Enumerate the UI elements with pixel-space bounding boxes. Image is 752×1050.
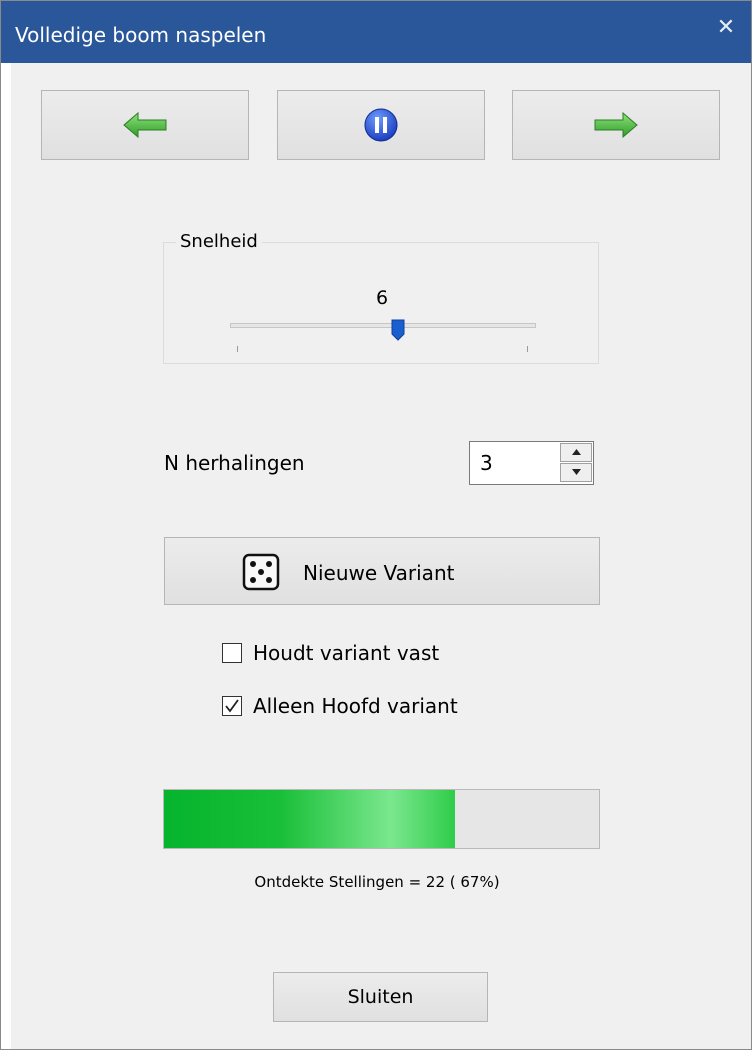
repetitions-value[interactable]: 3	[480, 451, 493, 475]
window-title: Volledige boom naspelen	[15, 23, 267, 47]
new-variant-button[interactable]: Nieuwe Variant	[164, 537, 600, 605]
hold-variant-label[interactable]: Houdt variant vast	[253, 641, 439, 665]
back-button[interactable]	[41, 90, 249, 160]
close-icon[interactable]: ✕	[715, 17, 737, 39]
arrow-right-icon	[594, 112, 638, 138]
progress-status: Ontdekte Stellingen = 22 ( 67%)	[254, 873, 500, 891]
caret-up-icon	[572, 449, 581, 455]
speed-slider-thumb[interactable]	[391, 319, 405, 341]
close-button-label: Sluiten	[347, 986, 414, 1008]
main-variant-label[interactable]: Alleen Hoofd variant	[253, 694, 458, 718]
spin-down-button[interactable]	[560, 463, 592, 482]
window-edge	[1, 63, 11, 1049]
speed-value: 6	[375, 287, 389, 309]
speed-label: Snelheid	[176, 231, 262, 252]
speed-slider-track[interactable]	[230, 323, 536, 328]
progress-fill	[164, 790, 456, 848]
pause-button[interactable]	[277, 90, 485, 160]
arrow-left-icon	[123, 112, 167, 138]
speed-group: Snelheid 6	[163, 231, 599, 364]
title-bar[interactable]: Volledige boom naspelen ✕	[1, 1, 751, 63]
slider-tick-min	[237, 346, 238, 352]
progress-bar	[163, 789, 600, 849]
main-variant-checkbox[interactable]	[222, 696, 242, 716]
hold-variant-checkbox[interactable]	[222, 643, 242, 663]
repetitions-label: N herhalingen	[164, 451, 305, 475]
caret-down-icon	[572, 469, 581, 475]
repetitions-spinner[interactable]: 3	[469, 441, 594, 485]
pause-icon	[364, 108, 398, 142]
checkmark-icon	[225, 699, 239, 713]
dice-icon	[242, 553, 280, 591]
close-button[interactable]: Sluiten	[273, 972, 488, 1022]
forward-button[interactable]	[512, 90, 720, 160]
replay-dialog: Volledige boom naspelen ✕ Snelheid 6 N h…	[0, 0, 752, 1050]
spin-up-button[interactable]	[560, 443, 592, 462]
new-variant-label: Nieuwe Variant	[303, 561, 455, 585]
slider-tick-max	[527, 346, 528, 352]
